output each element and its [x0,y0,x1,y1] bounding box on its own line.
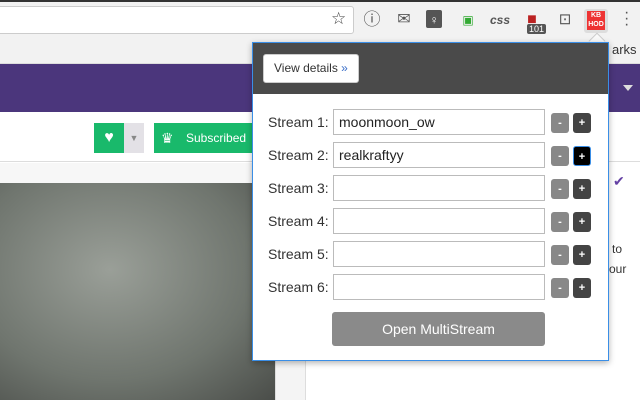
side-text-1: to [612,242,623,256]
follow-button[interactable]: ♥ [94,123,124,153]
mail-icon[interactable]: ✉ [394,10,414,30]
remove-stream-button[interactable]: - [551,245,569,265]
address-bar[interactable] [0,6,354,34]
view-details-button[interactable]: View details » [263,54,359,83]
stream-row: Stream 1: - + [253,109,610,135]
stream-row: Stream 6: - + [253,274,610,300]
crown-icon: ♛ [161,130,174,146]
stream-label: Stream 2: [268,147,329,163]
chevron-right-icon: » [341,61,348,75]
add-stream-button[interactable]: + [573,146,591,166]
remove-stream-button[interactable]: - [551,212,569,232]
css-icon[interactable]: css [490,10,510,30]
chevron-down-icon: ▼ [129,133,139,143]
stream-label: Stream 1: [268,114,329,130]
info-strip [0,163,275,183]
cast-icon[interactable]: ⊡ [555,10,575,30]
monitor-icon[interactable]: ▣ [458,10,478,30]
browser-toolbar: ☆ ⓘ ✉ ♀ ▣ css ■ 101 ⊡ KB HOD · · · [0,0,640,36]
check-icon: ✔ [613,173,625,189]
menu-icon[interactable]: · · · [624,5,629,33]
popup-header: View details » [253,43,608,94]
remove-stream-button[interactable]: - [551,146,569,166]
video-player[interactable] [0,183,275,400]
lightbulb-icon[interactable]: ♀ [426,10,442,28]
onepassword-icon[interactable]: ⓘ [362,10,382,30]
stream-label: Stream 6: [268,279,329,295]
stream-label: Stream 5: [268,246,329,262]
remove-stream-button[interactable]: - [551,278,569,298]
ublock-badge: 101 [527,24,547,34]
view-details-label: View details [274,61,338,75]
heart-icon: ♥ [104,129,114,146]
stream-row: Stream 5: - + [253,241,610,267]
multistream-popup: View details » Stream 1: - +Stream 2: - … [252,42,609,361]
add-stream-button[interactable]: + [573,245,591,265]
open-multistream-button[interactable]: Open MultiStream [332,312,545,346]
add-stream-button[interactable]: + [573,278,591,298]
stream-row: Stream 2: - + [253,142,610,168]
stream-row: Stream 4: - + [253,208,610,234]
stream-input[interactable] [333,274,545,300]
dropdown-arrow-icon[interactable] [623,85,633,91]
side-text-2: our [609,262,627,276]
kb-hod-extension-icon[interactable]: KB HOD [584,9,608,33]
stream-input[interactable] [333,109,545,135]
stream-label: Stream 4: [268,213,329,229]
bookmark-star-icon[interactable]: ☆ [331,9,346,29]
stream-row: Stream 3: - + [253,175,610,201]
bookmarks-label[interactable]: arks [612,42,637,57]
stream-input[interactable] [333,175,545,201]
stream-input[interactable] [333,142,545,168]
subscribed-button[interactable]: ♛ Subscribed [154,123,254,153]
follow-dropdown[interactable]: ▼ [124,123,144,153]
stream-label: Stream 3: [268,180,329,196]
stream-input[interactable] [333,208,545,234]
stream-input[interactable] [333,241,545,267]
add-stream-button[interactable]: + [573,212,591,232]
add-stream-button[interactable]: + [573,113,591,133]
remove-stream-button[interactable]: - [551,179,569,199]
add-stream-button[interactable]: + [573,179,591,199]
subscribed-label: Subscribed [186,131,247,145]
remove-stream-button[interactable]: - [551,113,569,133]
